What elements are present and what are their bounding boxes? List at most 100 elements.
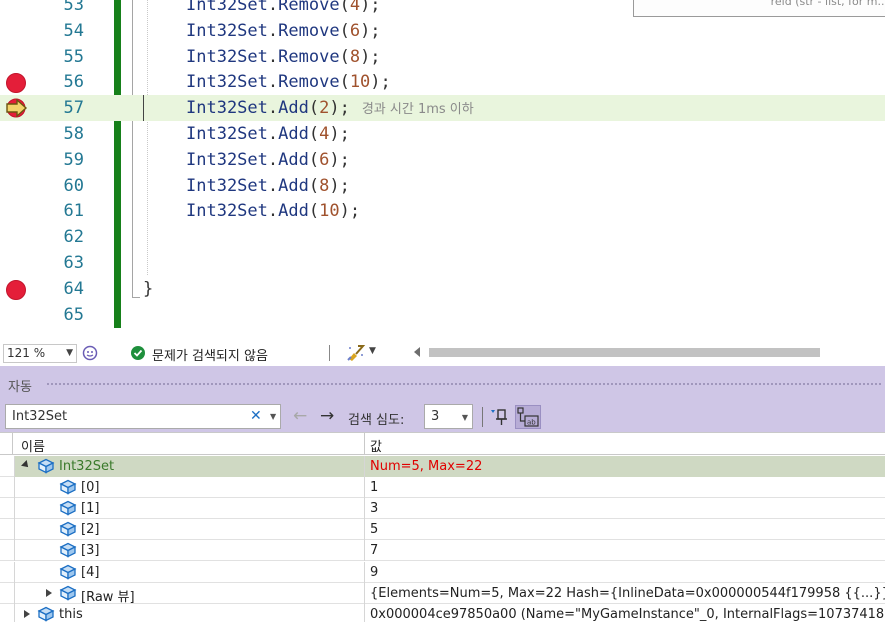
code-punctuation: . xyxy=(267,98,279,119)
code-text[interactable]: Int32Set.Add(10); xyxy=(186,201,360,221)
breakpoint-icon[interactable] xyxy=(6,73,26,94)
code-punctuation: ( xyxy=(339,0,350,15)
code-line[interactable]: 62 xyxy=(0,224,885,250)
code-line[interactable]: 58 Int32Set.Add(4); xyxy=(0,121,885,147)
search-input[interactable] xyxy=(12,407,242,426)
code-line[interactable]: 64} xyxy=(0,276,885,302)
search-depth-dropdown[interactable]: 3 ▼ xyxy=(424,404,473,429)
collapsed-triangle-icon[interactable] xyxy=(24,609,30,618)
grid-row[interactable]: [Raw 뷰] {Elements=Num=5, Max=22 Hash={Inl… xyxy=(0,582,885,605)
variable-name: [3] xyxy=(81,543,100,559)
code-text[interactable]: Int32Set.Add(8); xyxy=(186,176,350,196)
title-grip[interactable] xyxy=(46,382,881,387)
code-text[interactable]: Int32Set.Remove(4); xyxy=(186,0,381,15)
code-text[interactable]: Int32Set.Add(2); 경과 시간 1ms 이하 xyxy=(186,98,474,118)
intellicode-icon[interactable] xyxy=(82,345,98,361)
code-line[interactable]: 54 Int32Set.Remove(6); xyxy=(0,18,885,44)
expanded-triangle-icon[interactable] xyxy=(21,460,31,470)
header-left-edge xyxy=(12,433,13,455)
clear-search-icon[interactable]: ✕ xyxy=(250,408,262,424)
grid-header: 이름 값 xyxy=(0,432,885,455)
chevron-down-icon[interactable]: ▼ xyxy=(369,346,376,356)
search-box[interactable]: ✕ ▼ xyxy=(5,404,281,429)
code-punctuation: ( xyxy=(308,149,320,170)
name-cell[interactable]: [0] xyxy=(15,477,364,498)
code-text[interactable]: Int32Set.Remove(10); xyxy=(186,72,391,92)
arrow-left-icon[interactable]: ← xyxy=(293,406,307,426)
code-line[interactable]: 53 Int32Set.Remove(4); xyxy=(0,0,885,18)
variable-name: [Raw 뷰] xyxy=(81,589,135,605)
grid-row[interactable]: [4] 9 xyxy=(0,561,885,583)
pin-icon[interactable] xyxy=(489,407,509,427)
breakpoint-icon[interactable] xyxy=(6,279,26,300)
instruction-pointer-icon[interactable] xyxy=(4,98,28,118)
code-line[interactable]: 55 Int32Set.Remove(8); xyxy=(0,44,885,70)
name-cell[interactable]: [4] xyxy=(15,562,364,583)
code-line[interactable]: 65 xyxy=(0,302,885,328)
column-header-name[interactable]: 이름 xyxy=(21,436,45,455)
column-header-value[interactable]: 값 xyxy=(370,436,382,455)
code-identifier: Int32Set xyxy=(186,98,268,119)
value-cell[interactable]: 7 xyxy=(365,540,885,561)
field-cube-icon xyxy=(59,522,77,537)
code-cleanup-brush-icon[interactable] xyxy=(346,344,366,362)
value-cell[interactable]: 1 xyxy=(365,477,885,498)
code-line[interactable]: 56 Int32Set.Remove(10); xyxy=(0,69,885,95)
autos-title-bar[interactable]: 자동 xyxy=(0,366,885,402)
code-editor[interactable]: reld (str - list, for m... 53 Int32Set.Re… xyxy=(0,0,885,328)
name-cell[interactable]: this xyxy=(15,604,364,622)
code-punctuation: ); xyxy=(329,98,350,119)
grid-row[interactable]: Int32Set Num=5, Max=22 xyxy=(0,456,885,477)
code-punctuation: ( xyxy=(308,201,320,222)
chevron-down-icon[interactable]: ▼ xyxy=(270,412,276,421)
zoom-dropdown[interactable]: 121 % ▼ xyxy=(3,344,77,363)
autos-window: 자동 ✕ ▼ ← → 검색 심도: 3 ▼ xyxy=(0,366,885,622)
value-cell[interactable]: 3 xyxy=(365,498,885,519)
grid-row[interactable]: [3] 7 xyxy=(0,540,885,562)
code-punctuation: ); xyxy=(329,175,350,196)
code-line[interactable]: 60 Int32Set.Add(8); xyxy=(0,173,885,199)
code-line[interactable]: 61 Int32Set.Add(10); xyxy=(0,198,885,224)
name-cell[interactable]: [1] xyxy=(15,498,364,519)
grid-row[interactable]: [1] 3 xyxy=(0,498,885,520)
code-line[interactable]: 59 Int32Set.Add(6); xyxy=(0,147,885,173)
code-method: Remove xyxy=(278,20,340,41)
code-identifier: Int32Set xyxy=(186,20,268,41)
code-identifier: Int32Set xyxy=(186,149,268,170)
name-cell[interactable]: [3] xyxy=(15,540,364,561)
code-text[interactable]: } xyxy=(143,279,153,299)
current-code-line[interactable]: 57 Int32Set.Add(2); 경과 시간 1ms 이하 xyxy=(0,95,885,122)
value-cell[interactable]: 5 xyxy=(365,519,885,540)
grid-row[interactable]: [2] 5 xyxy=(0,519,885,541)
horizontal-scrollbar-thumb[interactable] xyxy=(429,348,820,357)
name-cell[interactable]: [2] xyxy=(15,519,364,540)
code-text[interactable]: Int32Set.Remove(8); xyxy=(186,47,381,67)
code-punctuation: . xyxy=(267,149,279,170)
value-cell[interactable]: 0x000004ce97850a00 (Name="MyGameInstance… xyxy=(365,604,885,622)
name-cell[interactable]: [Raw 뷰] xyxy=(15,583,364,605)
code-text[interactable]: Int32Set.Remove(6); xyxy=(186,21,381,41)
hex-display-toggle[interactable]: ab xyxy=(515,405,541,429)
field-cube-icon xyxy=(59,585,77,601)
code-text[interactable]: Int32Set.Add(4); xyxy=(186,124,350,144)
grid-row[interactable]: this 0x000004ce97850a00 (Name="MyGameInst… xyxy=(0,603,885,622)
code-number: 10 xyxy=(319,201,340,222)
code-line[interactable]: 63 xyxy=(0,250,885,276)
value-cell[interactable]: 9 xyxy=(365,562,885,583)
arrow-right-icon[interactable]: → xyxy=(320,406,334,426)
column-divider[interactable] xyxy=(364,433,365,455)
code-punctuation: ( xyxy=(308,98,320,119)
value-cell[interactable]: Num=5, Max=22 xyxy=(365,456,885,477)
editor-status-bar: 121 % ▼ 문제가 검색되지 않음 ▼ xyxy=(0,340,885,366)
name-cell[interactable]: Int32Set xyxy=(15,456,364,477)
grid-row[interactable]: [0] 1 xyxy=(0,477,885,499)
value-cell[interactable]: {Elements=Num=5, Max=22 Hash={InlineData… xyxy=(365,583,885,604)
collapsed-triangle-icon[interactable] xyxy=(46,588,52,597)
code-method: Remove xyxy=(278,72,340,93)
code-identifier: Int32Set xyxy=(186,0,268,15)
code-text[interactable]: Int32Set.Add(6); xyxy=(186,150,350,170)
scroll-left-icon[interactable] xyxy=(414,347,420,357)
field-cube-icon xyxy=(59,564,77,580)
issues-status[interactable]: 문제가 검색되지 않음 xyxy=(152,345,268,364)
code-method: Add xyxy=(278,98,309,119)
